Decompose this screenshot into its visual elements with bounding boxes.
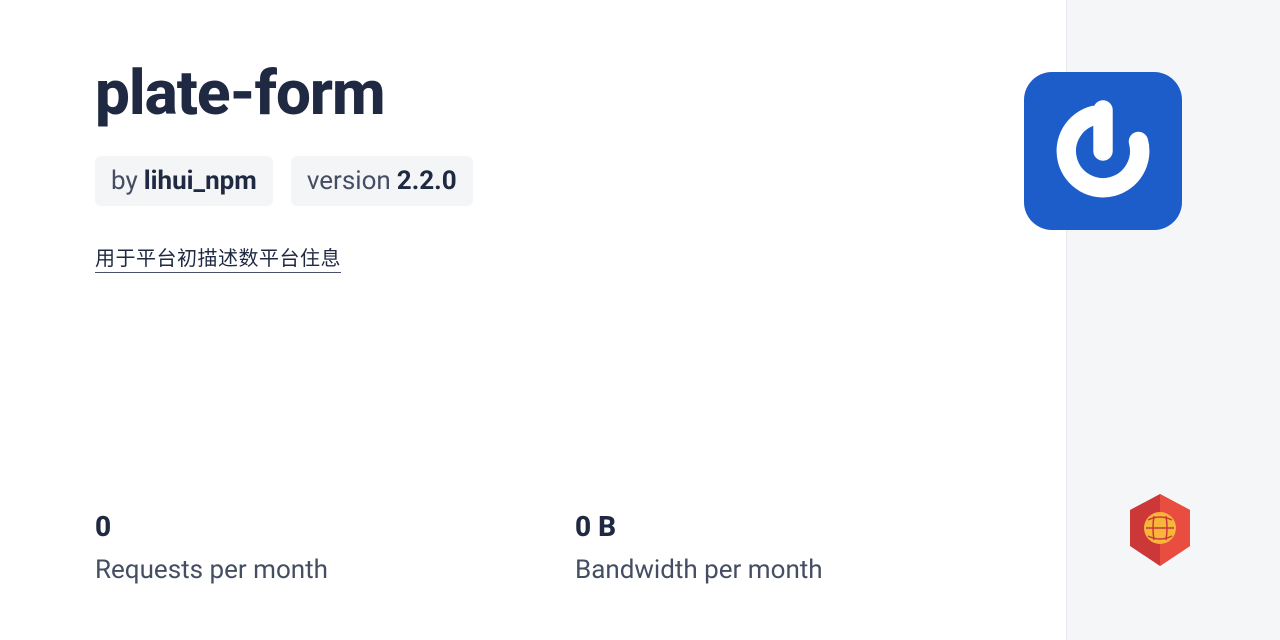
version-badge[interactable]: version 2.2.0 xyxy=(291,156,473,206)
requests-value: 0 xyxy=(95,510,515,543)
badges-row: by lihui_npm version 2.2.0 xyxy=(95,156,971,206)
author-avatar[interactable] xyxy=(1024,72,1182,230)
bandwidth-value: 0 B xyxy=(575,510,995,543)
header-row: plate-form by lihui_npm version 2.2.0 用于… xyxy=(95,60,971,273)
jsdelivr-badge-icon xyxy=(1126,492,1194,568)
bandwidth-label: Bandwidth per month xyxy=(575,555,995,585)
package-description: 用于平台初描述数平台住息 xyxy=(95,246,341,273)
bandwidth-stat: 0 B Bandwidth per month xyxy=(575,510,995,585)
author-prefix: by xyxy=(111,166,138,196)
author-badge[interactable]: by lihui_npm xyxy=(95,156,273,206)
version-value: 2.2.0 xyxy=(397,166,457,196)
requests-label: Requests per month xyxy=(95,555,515,585)
package-title: plate-form xyxy=(95,60,971,128)
main-content: plate-form by lihui_npm version 2.2.0 用于… xyxy=(0,0,1066,640)
gravatar-icon xyxy=(1049,97,1157,205)
version-label: version xyxy=(307,166,391,196)
stats-row: 0 Requests per month 0 B Bandwidth per m… xyxy=(95,510,971,585)
author-name: lihui_npm xyxy=(144,166,257,196)
requests-stat: 0 Requests per month xyxy=(95,510,515,585)
title-block: plate-form by lihui_npm version 2.2.0 用于… xyxy=(95,60,971,273)
